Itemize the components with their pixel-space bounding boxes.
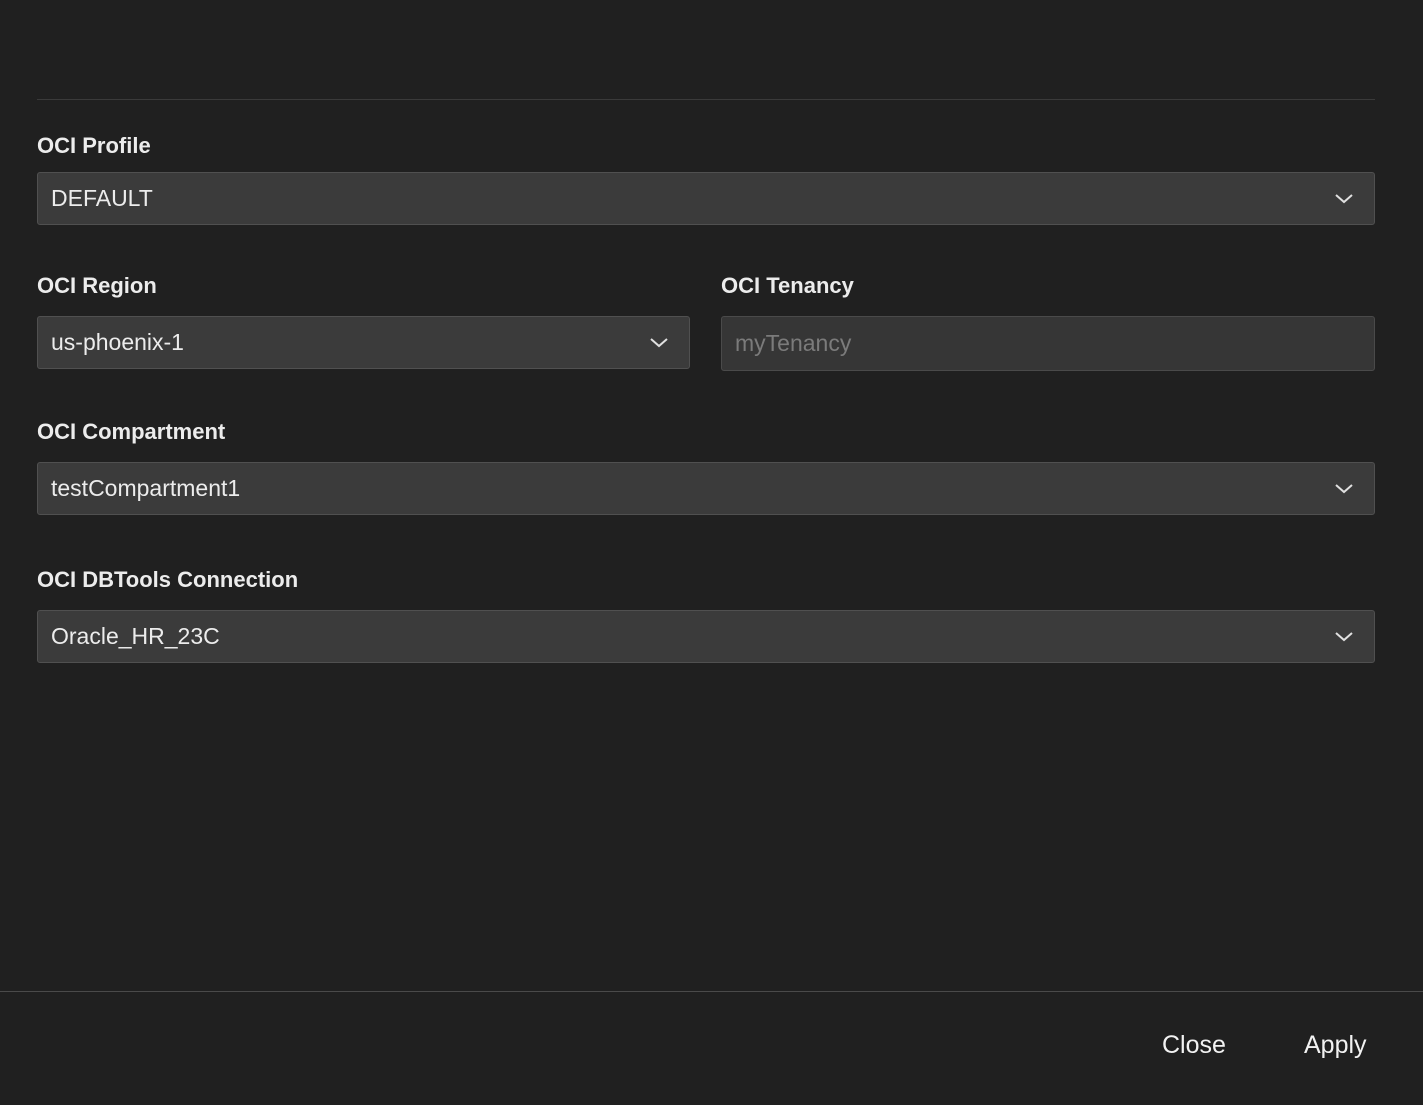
compartment-label: OCI Compartment: [37, 419, 226, 444]
compartment-select[interactable]: testCompartment1: [37, 462, 1375, 515]
chevron-down-icon: [650, 338, 668, 348]
profile-select[interactable]: DEFAULT: [37, 172, 1375, 225]
connection-select[interactable]: Oracle_HR_23C: [37, 610, 1375, 663]
region-select-value: us-phoenix-1: [51, 329, 184, 355]
oci-settings-dialog: OCI Profile DEFAULT OCI Region us-phoeni…: [0, 0, 1423, 1105]
apply-button[interactable]: Apply: [1304, 1025, 1367, 1065]
profile-select-value: DEFAULT: [51, 185, 153, 211]
profile-label: OCI Profile: [37, 133, 151, 158]
connection-label: OCI DBTools Connection: [37, 567, 299, 592]
tenancy-input[interactable]: [721, 316, 1375, 371]
chevron-down-icon: [1335, 632, 1353, 642]
connection-select-value: Oracle_HR_23C: [51, 623, 220, 649]
region-label: OCI Region: [37, 273, 157, 298]
footer-divider: [0, 991, 1423, 992]
chevron-down-icon: [1335, 484, 1353, 494]
compartment-select-value: testCompartment1: [51, 475, 241, 501]
chevron-down-icon: [1335, 194, 1353, 204]
header-divider: [37, 99, 1375, 100]
close-button[interactable]: Close: [1162, 1025, 1226, 1065]
tenancy-label: OCI Tenancy: [721, 273, 854, 298]
region-select[interactable]: us-phoenix-1: [37, 316, 690, 369]
